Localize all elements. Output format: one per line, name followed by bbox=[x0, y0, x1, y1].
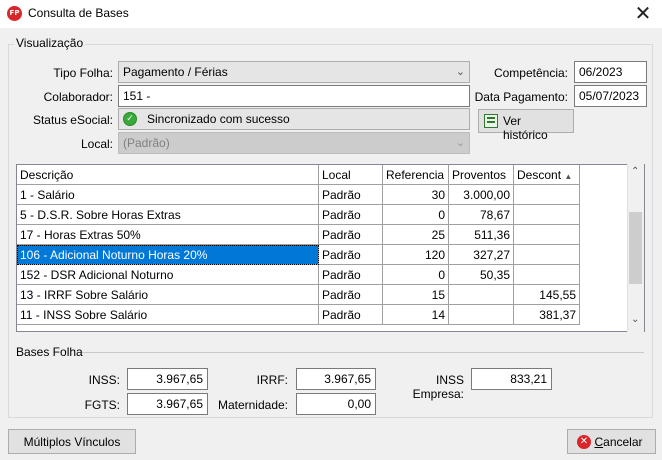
irrf-label: IRRF: bbox=[256, 373, 288, 387]
table-cell-local[interactable]: Padrão bbox=[319, 245, 383, 265]
table-cell-descricao[interactable]: 13 - IRRF Sobre Salário bbox=[17, 285, 319, 305]
tipo-folha-value: Pagamento / Férias bbox=[123, 65, 228, 79]
table-cell-referencia[interactable]: 0 bbox=[383, 205, 449, 225]
table-cell-referencia[interactable]: 25 bbox=[383, 225, 449, 245]
bases-folha-title: Bases Folha bbox=[16, 345, 83, 359]
local-select: (Padrão) ⌄ bbox=[118, 132, 470, 154]
close-icon[interactable]: ✕ bbox=[628, 2, 658, 24]
irrf-field[interactable]: 3.967,65 bbox=[296, 368, 376, 390]
check-circle-icon: ✓ bbox=[123, 112, 137, 126]
table-cell-descontos[interactable]: 381,37 bbox=[514, 305, 580, 325]
inss-empresa-field[interactable]: 833,21 bbox=[471, 368, 552, 390]
table-cell-proventos[interactable] bbox=[449, 285, 514, 305]
status-esocial-value: Sincronizado com sucesso bbox=[147, 112, 290, 126]
col-header-local[interactable]: Local bbox=[319, 165, 383, 185]
local-value: (Padrão) bbox=[123, 136, 170, 150]
table-cell-local[interactable]: Padrão bbox=[319, 225, 383, 245]
scroll-down-icon[interactable]: ⌄ bbox=[631, 314, 639, 325]
fgts-field[interactable]: 3.967,65 bbox=[127, 393, 208, 415]
table-cell-local[interactable]: Padrão bbox=[319, 265, 383, 285]
table-cell-local[interactable]: Padrão bbox=[319, 185, 383, 205]
status-esocial-field: ✓ Sincronizado com sucesso bbox=[118, 108, 470, 130]
table-cell-local[interactable]: Padrão bbox=[319, 205, 383, 225]
competencia-field[interactable]: 06/2023 bbox=[574, 61, 647, 83]
table-cell-descontos[interactable] bbox=[514, 225, 580, 245]
table-cell-descricao[interactable]: 5 - D.S.R. Sobre Horas Extras bbox=[17, 205, 319, 225]
table-cell-proventos[interactable]: 78,67 bbox=[449, 205, 514, 225]
multiplos-vinculos-button[interactable]: Múltiplos Vínculos bbox=[8, 429, 136, 454]
scrollbar-thumb[interactable] bbox=[629, 212, 642, 284]
table-cell-proventos[interactable]: 50,35 bbox=[449, 265, 514, 285]
table-cell-descricao[interactable]: 11 - INSS Sobre Salário bbox=[17, 305, 319, 325]
bases-folha-divider bbox=[82, 352, 644, 353]
colaborador-label: Colaborador: bbox=[43, 90, 113, 104]
table-cell-referencia[interactable]: 15 bbox=[383, 285, 449, 305]
table-cell-local[interactable]: Padrão bbox=[319, 305, 383, 325]
data-pagamento-field[interactable]: 05/07/2023 bbox=[574, 85, 647, 107]
status-esocial-label: Status eSocial: bbox=[32, 113, 113, 127]
col-header-descontos-label: Descont bbox=[517, 168, 562, 182]
table-cell-local[interactable]: Padrão bbox=[319, 285, 383, 305]
colaborador-field[interactable]: 151 - bbox=[118, 85, 470, 107]
table-cell-proventos[interactable]: 327,27 bbox=[449, 245, 514, 265]
table-cell-descricao[interactable]: 17 - Horas Extras 50% bbox=[17, 225, 319, 245]
maternidade-label: Maternidade: bbox=[217, 398, 288, 412]
tipo-folha-label: Tipo Folha: bbox=[53, 66, 113, 80]
cancel-icon: ✕ bbox=[577, 435, 591, 449]
inss-label: INSS: bbox=[88, 373, 120, 387]
table-cell-descricao-selected[interactable]: 106 - Adicional Noturno Horas 20% bbox=[17, 245, 319, 265]
col-header-proventos[interactable]: Proventos bbox=[449, 165, 514, 185]
ver-historico-label: Ver histórico bbox=[503, 114, 548, 142]
table-cell-proventos[interactable]: 511,36 bbox=[449, 225, 514, 245]
table-cell-referencia[interactable]: 30 bbox=[383, 185, 449, 205]
table-cell-referencia[interactable]: 120 bbox=[383, 245, 449, 265]
col-header-descontos[interactable]: Descont ▲ bbox=[514, 165, 580, 185]
inss-empresa-label: INSS Empresa: bbox=[412, 373, 464, 401]
table-cell-referencia[interactable]: 0 bbox=[383, 265, 449, 285]
chevron-down-icon: ⌄ bbox=[455, 137, 465, 149]
table-cell-descontos[interactable] bbox=[514, 185, 580, 205]
table-cell-descricao[interactable]: 152 - DSR Adicional Noturno bbox=[17, 265, 319, 285]
window-title: Consulta de Bases bbox=[28, 6, 129, 20]
cancelar-label: Cancelar bbox=[594, 435, 643, 449]
local-label: Local: bbox=[80, 137, 113, 151]
table-cell-descontos[interactable] bbox=[514, 265, 580, 285]
table-cell-descontos[interactable] bbox=[514, 245, 580, 265]
competencia-label: Competência: bbox=[493, 66, 568, 80]
fgts-label: FGTS: bbox=[84, 398, 120, 412]
visualizacao-legend: Visualização bbox=[14, 36, 86, 50]
table-cell-proventos[interactable]: 3.000,00 bbox=[449, 185, 514, 205]
col-header-descricao[interactable]: Descrição bbox=[17, 165, 319, 185]
scroll-up-icon[interactable]: ⌃ bbox=[631, 166, 639, 177]
table-cell-descontos[interactable]: 145,55 bbox=[514, 285, 580, 305]
data-pagamento-label: Data Pagamento: bbox=[474, 90, 568, 104]
tipo-folha-select[interactable]: Pagamento / Férias ⌄ bbox=[118, 61, 470, 83]
inss-field[interactable]: 3.967,65 bbox=[127, 368, 208, 390]
chevron-down-icon[interactable]: ⌄ bbox=[456, 65, 465, 78]
table-cell-referencia[interactable]: 14 bbox=[383, 305, 449, 325]
table-cell-proventos[interactable] bbox=[449, 305, 514, 325]
maternidade-field[interactable]: 0,00 bbox=[296, 393, 376, 415]
cancelar-button[interactable]: ✕ Cancelar bbox=[567, 429, 656, 454]
bases-table[interactable]: Descrição Local Referencia Proventos Des… bbox=[16, 164, 645, 332]
ver-historico-button[interactable]: Ver histórico bbox=[478, 109, 574, 142]
col-header-referencia[interactable]: Referencia bbox=[383, 165, 449, 185]
sort-ascending-icon: ▲ bbox=[564, 172, 573, 181]
app-logo-icon: FP bbox=[7, 6, 22, 21]
history-icon bbox=[484, 114, 498, 128]
table-cell-descontos[interactable] bbox=[514, 205, 580, 225]
table-cell-descricao[interactable]: 1 - Salário bbox=[17, 185, 319, 205]
